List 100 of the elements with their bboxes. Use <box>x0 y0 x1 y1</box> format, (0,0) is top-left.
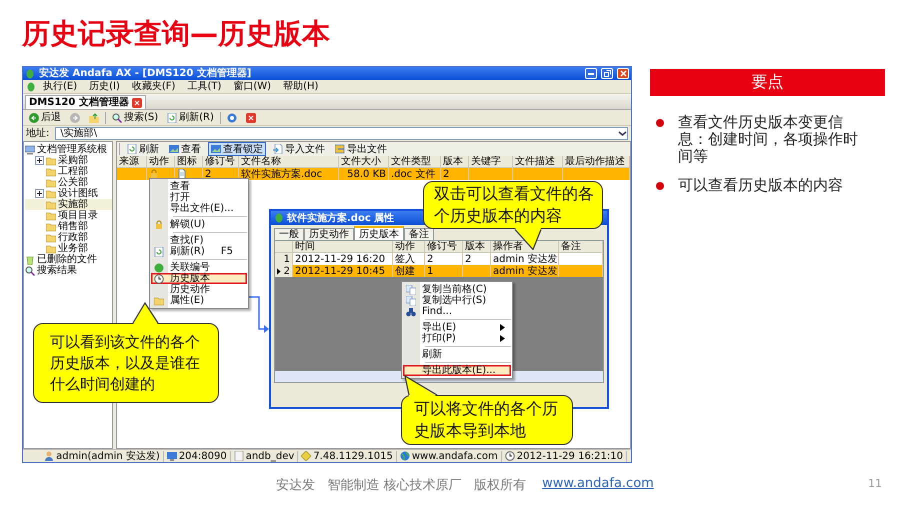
tab[interactable]: 历史版本 <box>354 226 404 240</box>
address-field[interactable]: \实施部\ <box>55 126 628 140</box>
menu-item[interactable]: 复制当前格(C) <box>403 284 511 295</box>
menu-item[interactable]: 执行(E) <box>38 81 82 92</box>
menu-item[interactable]: 工具(T) <box>182 81 226 92</box>
toolbar-button[interactable]: 导入文件 <box>270 142 328 156</box>
tab[interactable]: 历史动作 <box>304 228 354 240</box>
toolbar-button[interactable]: 导出文件 <box>332 142 390 156</box>
tree-item[interactable]: 业务部 <box>25 243 112 254</box>
current-row-icon <box>277 268 281 274</box>
tab[interactable]: 备注 <box>404 228 434 240</box>
toolbar-button[interactable]: 刷新(R) <box>164 110 217 124</box>
folder-up-icon <box>89 112 99 122</box>
menu-item[interactable]: 打开 <box>151 192 247 203</box>
status-item: admin(admin 安达发) <box>44 450 164 462</box>
tree-item[interactable]: 搜索结果 <box>25 265 112 276</box>
tab[interactable]: 一般 <box>274 228 304 240</box>
menu-item[interactable]: 刷新(R) F5 <box>151 246 247 257</box>
tree-item[interactable]: 已删除的文件 <box>25 254 112 265</box>
menu-item[interactable]: 属性(E) <box>151 295 247 306</box>
copy-icon <box>406 284 416 294</box>
tree-item[interactable]: 公关部 <box>25 177 112 188</box>
callout-pointer <box>132 302 159 324</box>
status-item: 204:8090 <box>166 450 231 462</box>
lock-icon <box>154 220 164 230</box>
footer-link[interactable]: www.andafa.com <box>542 476 654 494</box>
search-icon <box>25 266 35 276</box>
window-title: 安达发 Andafa AX - [DMS120 文档管理器] <box>39 68 252 79</box>
table-row[interactable]: 1 2012-11-29 16:20 签入 2 2 admin 安达发 <box>275 253 603 265</box>
table-cell: 2012-11-29 10:45 <box>293 265 393 277</box>
tree-item[interactable]: 行政部 <box>25 232 112 243</box>
forward-arrow-icon <box>70 112 80 122</box>
toolbar-button[interactable]: 搜索(S) <box>109 110 162 124</box>
table-cell: admin 安达发 <box>491 265 559 277</box>
image-view-icon <box>169 144 179 154</box>
folder-icon <box>154 296 164 306</box>
toolbar-button[interactable]: 查看 <box>166 142 204 156</box>
menu-item[interactable]: 解锁(U) <box>151 219 247 230</box>
toolbar-button[interactable]: 后退 <box>26 110 64 124</box>
search-icon <box>112 112 122 122</box>
expand-icon[interactable] <box>35 156 44 165</box>
menu-item[interactable]: 复制选中行(S) <box>403 295 511 306</box>
footer-text: 安达发 智能制造 核心技术原厂 版权所有 <box>276 477 526 494</box>
shortcut-label: F5 <box>220 246 234 257</box>
tree-item[interactable]: 采购部 <box>25 155 112 166</box>
help-icon <box>226 112 237 122</box>
table-cell: .doc 文件 <box>389 168 441 180</box>
tree-item[interactable]: 销售部 <box>25 221 112 232</box>
import-icon <box>273 144 283 154</box>
menu-item[interactable]: 导出(E) <box>403 322 511 333</box>
document-tab[interactable]: DMS120 文档管理器 <box>25 95 146 109</box>
address-label: 地址: <box>26 128 50 138</box>
close-button[interactable] <box>617 68 629 79</box>
monitor-icon <box>166 451 177 461</box>
row-number: 2 <box>284 266 290 276</box>
restore-button[interactable] <box>601 68 613 79</box>
menu-item[interactable]: 导出此版本(E)... <box>403 365 511 376</box>
menu-item[interactable]: 刷新 <box>403 349 511 360</box>
copy-icon <box>406 296 416 306</box>
image-view-icon <box>211 144 221 154</box>
menu-item[interactable]: 窗口(W) <box>228 81 276 92</box>
callout-pointer <box>404 375 438 396</box>
menu-item[interactable]: 查找(F) <box>151 235 247 246</box>
menu-item[interactable]: 历史版本 <box>151 273 247 284</box>
menu-item[interactable]: 历史(I) <box>84 81 125 92</box>
tree-item[interactable]: 设计图纸 <box>25 188 112 199</box>
tree-item[interactable]: 工程部 <box>25 166 112 177</box>
diamond-icon <box>301 451 312 461</box>
toolbar-button[interactable]: 刷新 <box>124 142 162 156</box>
menu-item[interactable]: 帮助(H) <box>278 81 324 92</box>
clock-icon <box>154 274 164 284</box>
key-point: 查看文件历史版本变更信息：创建时间，各项操作时间等 <box>678 114 859 165</box>
up-button[interactable] <box>86 110 102 124</box>
bullet-icon <box>656 119 664 127</box>
clock-icon <box>504 451 515 461</box>
tree-item[interactable]: 实施部 <box>25 199 112 210</box>
menu-item[interactable]: 打印(P) <box>403 333 511 344</box>
callout-pointer <box>514 228 542 250</box>
table-row[interactable]: 2 软件实施方案.doc 58.0 KB .doc 文件 2 <box>117 168 630 180</box>
menu-item[interactable]: 查看 <box>151 181 247 192</box>
refresh-icon <box>167 112 178 122</box>
bullet-icon <box>656 182 664 190</box>
recycle-bin-icon <box>25 254 35 264</box>
expand-icon[interactable] <box>35 189 44 198</box>
menu-item[interactable]: 历史动作 <box>151 284 247 295</box>
computer-icon <box>25 144 35 154</box>
tree-item[interactable]: 文档管理系统根 <box>25 144 112 155</box>
menu-item[interactable]: 关联编号 <box>151 262 247 273</box>
menu-item[interactable]: Find... <box>403 306 511 317</box>
menu-item[interactable]: 收藏夹(F) <box>126 81 180 92</box>
dropdown-icon[interactable] <box>618 128 627 138</box>
tree-item[interactable]: 项目目录 <box>25 210 112 221</box>
export-icon <box>335 144 345 154</box>
menu-item[interactable]: 导出文件(E)... <box>151 203 247 214</box>
status-item: www.andafa.com <box>400 450 502 462</box>
table-cell: 2 <box>441 168 469 180</box>
toolbar-button[interactable]: 查看锁定 <box>208 142 266 156</box>
minimize-button[interactable] <box>585 68 597 79</box>
row-number: 1 <box>284 254 290 264</box>
table-row[interactable]: 2 2012-11-29 10:45 创建 1 admin 安达发 <box>275 265 603 277</box>
